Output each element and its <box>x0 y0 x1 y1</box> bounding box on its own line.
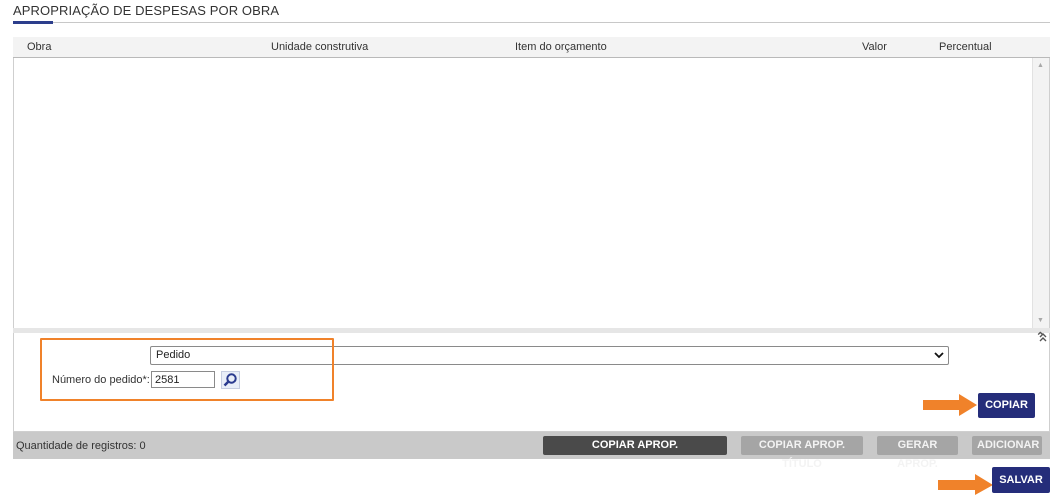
add-button[interactable]: ADICIONAR <box>972 436 1042 455</box>
dropdown-caret-icon <box>934 352 944 359</box>
grid-body: ▲ ▼ <box>13 58 1050 329</box>
column-header-unidade[interactable]: Unidade construtiva <box>271 41 368 53</box>
records-count: Quantidade de registros: 0 <box>16 440 146 452</box>
scroll-down-icon[interactable]: ▼ <box>1037 317 1044 324</box>
grid-header: Obra Unidade construtiva Item do orçamen… <box>13 37 1050 58</box>
column-header-valor[interactable]: Valor <box>862 41 887 53</box>
column-header-percentual[interactable]: Percentual <box>939 41 992 53</box>
arrow-pointer-icon <box>923 394 977 416</box>
title-divider <box>13 22 1050 23</box>
save-button[interactable]: SALVAR <box>992 467 1050 493</box>
column-header-item[interactable]: Item do orçamento <box>515 41 607 53</box>
arrow-pointer-icon <box>938 474 993 495</box>
copy-button[interactable]: COPIAR <box>978 393 1035 418</box>
generate-apportionment-button[interactable]: GERAR APROP. <box>877 436 958 470</box>
column-header-obra[interactable]: Obra <box>27 41 51 53</box>
vertical-scrollbar[interactable]: ▲ ▼ <box>1032 58 1049 328</box>
copy-contract-order-button[interactable]: COPIAR APROP. CONTRATO/PEDIDO <box>543 436 727 470</box>
annotation-highlight-box <box>40 338 334 401</box>
title-accent-bar <box>13 21 53 24</box>
copy-title-button[interactable]: COPIAR APROP. TÍTULO <box>741 436 863 470</box>
scroll-up-icon[interactable]: ▲ <box>1037 62 1044 69</box>
double-chevron-up-icon[interactable] <box>1038 332 1048 342</box>
section-title: APROPRIAÇÃO DE DESPESAS POR OBRA <box>13 3 280 18</box>
footer-bar: Quantidade de registros: 0 COPIAR APROP.… <box>13 432 1050 470</box>
